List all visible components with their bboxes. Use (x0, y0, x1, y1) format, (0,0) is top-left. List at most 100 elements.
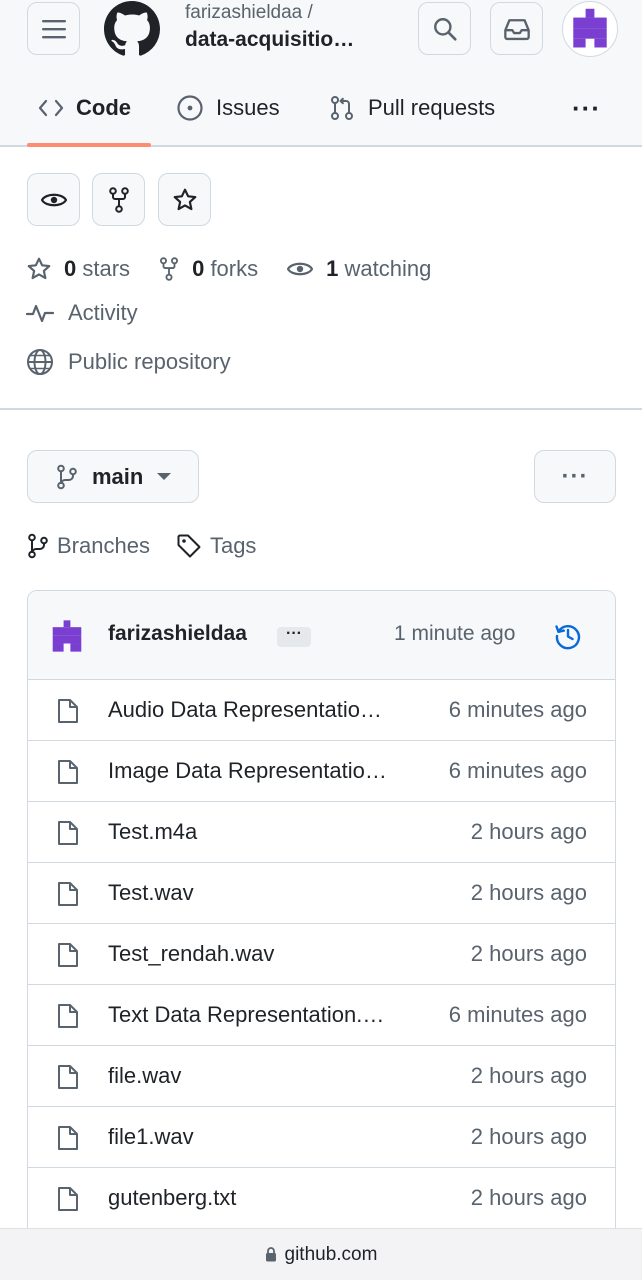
tags-link[interactable]: Tags (176, 533, 256, 559)
tab-code-label: Code (76, 95, 131, 120)
watching-label: watching (344, 256, 432, 281)
file-time: 6 minutes ago (448, 758, 587, 783)
more-icon: ··· (572, 92, 601, 123)
menu-button[interactable] (27, 2, 80, 55)
file-time: 2 hours ago (470, 1185, 587, 1210)
inbox-button[interactable] (490, 2, 543, 55)
repo-name[interactable]: data-acquisitio… (185, 28, 354, 52)
file-icon (58, 1126, 78, 1150)
file-time: 2 hours ago (470, 819, 587, 844)
repo-tabs: Code Issues Pull requests ··· (0, 80, 642, 147)
forks-stat[interactable]: 0 forks (158, 256, 258, 282)
branch-icon (28, 533, 48, 559)
file-time: 2 hours ago (470, 880, 587, 905)
fork-icon (160, 257, 179, 281)
file-icon (58, 1004, 78, 1028)
fork-icon (108, 186, 129, 213)
branch-icon (57, 464, 77, 489)
commit-author-avatar[interactable] (50, 619, 84, 653)
eye-icon (287, 262, 314, 276)
file-time: 2 hours ago (470, 1063, 587, 1088)
file-icon (58, 882, 78, 906)
file-row[interactable]: Test.m4a 2 hours ago (28, 802, 615, 863)
section-divider (0, 408, 642, 410)
file-row[interactable]: file.wav 2 hours ago (28, 1046, 615, 1107)
file-row[interactable]: Test_rendah.wav 2 hours ago (28, 924, 615, 985)
lock-icon (265, 1247, 276, 1262)
hamburger-icon (41, 19, 66, 38)
repo-header: farizashieldaa / data-acquisitio… Code I… (0, 0, 642, 147)
tab-issues-label: Issues (216, 95, 280, 120)
commit-message-toggle[interactable]: ··· (277, 626, 311, 647)
file-row[interactable]: Text Data Representation.… 6 minutes ago (28, 985, 615, 1046)
pulse-icon (26, 304, 54, 323)
file-time: 6 minutes ago (448, 697, 587, 722)
search-icon (433, 17, 457, 41)
file-row[interactable]: file1.wav 2 hours ago (28, 1107, 615, 1168)
inbox-icon (503, 18, 530, 40)
activity-link[interactable]: Activity (26, 300, 138, 326)
file-name[interactable]: Test_rendah.wav (108, 941, 404, 967)
tab-code[interactable]: Code (38, 80, 131, 136)
forks-label: forks (210, 256, 259, 281)
repo-stats: 0 stars 0 forks 1 watching (26, 252, 459, 286)
file-icon (58, 699, 78, 723)
file-name[interactable]: file1.wav (108, 1124, 404, 1150)
tab-pull-requests-label: Pull requests (368, 95, 496, 120)
file-row[interactable]: Image Data Representatio… 6 minutes ago (28, 741, 615, 802)
file-name[interactable]: Test.m4a (108, 819, 404, 845)
stars-label: stars (82, 256, 131, 281)
file-name[interactable]: file.wav (108, 1063, 404, 1089)
file-icon (58, 1187, 78, 1211)
browser-url-bar[interactable]: github.com (0, 1228, 642, 1280)
tab-issues[interactable]: Issues (176, 80, 280, 136)
activity-label: Activity (68, 300, 138, 325)
stars-count: 0 (64, 256, 77, 281)
file-list: Audio Data Representatio… 6 minutes ago … (28, 680, 615, 1280)
star-button[interactable] (158, 173, 211, 226)
star-icon (27, 257, 51, 280)
more-options-button[interactable]: ··· (534, 450, 616, 503)
commit-author[interactable]: farizashieldaa (108, 622, 247, 646)
file-icon (58, 821, 78, 845)
user-avatar[interactable] (562, 1, 618, 57)
ref-links: Branches Tags (27, 530, 282, 562)
file-row[interactable]: Test.wav 2 hours ago (28, 863, 615, 924)
stars-stat[interactable]: 0 stars (26, 256, 130, 282)
file-row[interactable]: Audio Data Representatio… 6 minutes ago (28, 680, 615, 741)
tag-icon (177, 534, 201, 558)
tab-pull-requests[interactable]: Pull requests (328, 80, 495, 136)
file-time: 6 minutes ago (448, 1002, 587, 1027)
watch-button[interactable] (27, 173, 80, 226)
branch-selector[interactable]: main (27, 450, 199, 503)
file-name[interactable]: Audio Data Representatio… (108, 697, 404, 723)
kebab-icon: ··· (561, 462, 589, 490)
star-icon (173, 188, 196, 210)
file-time: 2 hours ago (470, 1124, 587, 1149)
history-icon[interactable] (553, 621, 583, 651)
file-icon (58, 943, 78, 967)
visibility-info: Public repository (26, 348, 231, 376)
file-name[interactable]: gutenberg.txt (108, 1185, 404, 1211)
file-name[interactable]: Test.wav (108, 880, 404, 906)
repo-owner[interactable]: farizashieldaa / (185, 2, 313, 24)
identicon-icon (573, 8, 607, 48)
github-logo[interactable] (104, 1, 160, 57)
watching-stat[interactable]: 1 watching (286, 256, 431, 282)
fork-button[interactable] (92, 173, 145, 226)
file-name[interactable]: Text Data Representation.… (108, 1002, 404, 1028)
tab-more[interactable]: ··· (572, 80, 601, 136)
url-text: github.com (284, 1243, 378, 1265)
file-name[interactable]: Image Data Representatio… (108, 758, 404, 784)
branches-link[interactable]: Branches (27, 533, 150, 559)
search-button[interactable] (418, 2, 471, 55)
file-row[interactable]: gutenberg.txt 2 hours ago (28, 1168, 615, 1229)
pull-request-icon (331, 96, 353, 120)
eye-icon (40, 193, 67, 206)
branches-label: Branches (57, 533, 150, 558)
watching-count: 1 (326, 256, 339, 281)
file-icon (58, 760, 78, 784)
tags-label: Tags (209, 533, 257, 558)
code-icon (38, 99, 64, 117)
visibility-label: Public repository (68, 349, 231, 374)
